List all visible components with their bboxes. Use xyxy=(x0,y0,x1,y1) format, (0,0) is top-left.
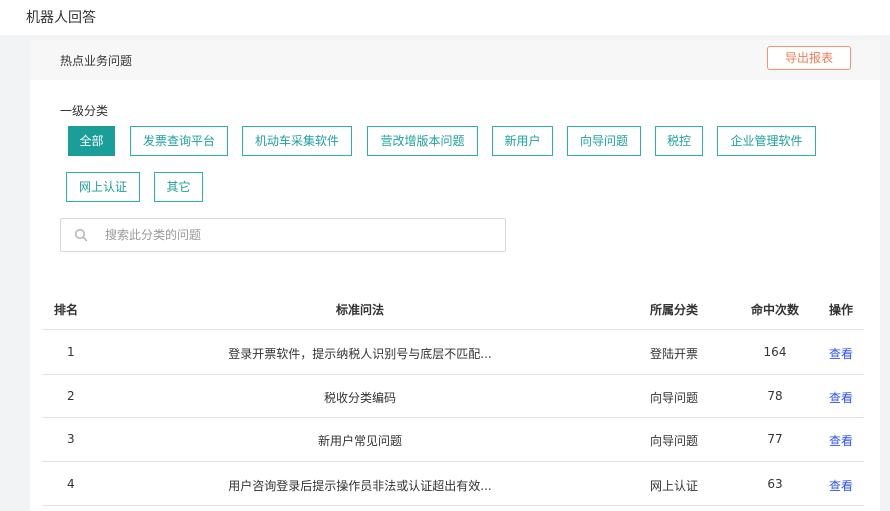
search-box xyxy=(60,218,506,252)
page-title: 机器人回答 xyxy=(26,10,96,26)
header-question: 标准问法 xyxy=(335,303,384,317)
row-hits: 78 xyxy=(767,389,783,403)
category-label: 一级分类 xyxy=(60,104,109,118)
category-chip-vat-version[interactable]: 营改增版本问题 xyxy=(367,126,478,156)
row-category: 向导问题 xyxy=(649,391,698,405)
header-action: 操作 xyxy=(828,303,853,317)
category-chip-online-auth[interactable]: 网上认证 xyxy=(66,172,140,202)
category-chip-all[interactable]: 全部 xyxy=(68,126,115,156)
row-question: 新用户常见问题 xyxy=(317,434,402,448)
search-input[interactable] xyxy=(105,219,495,251)
row-divider xyxy=(42,505,864,506)
row-divider xyxy=(42,374,864,375)
view-link[interactable]: 查看 xyxy=(816,345,866,362)
row-rank: 1 xyxy=(67,345,75,359)
view-link[interactable]: 查看 xyxy=(816,432,866,449)
export-report-button[interactable]: 导出报表 xyxy=(767,46,851,70)
row-divider xyxy=(42,461,864,462)
panel-header: 热点业务问题 导出报表 xyxy=(30,40,880,80)
row-question: 用户咨询登录后提示操作员非法或认证超出有效... xyxy=(228,479,492,493)
row-hits: 77 xyxy=(767,432,783,446)
view-link[interactable]: 查看 xyxy=(816,389,866,406)
row-question: 登录开票软件，提示纳税人识别号与底层不匹配... xyxy=(228,347,492,361)
category-chip-new-user[interactable]: 新用户 xyxy=(492,126,553,156)
header-hits: 命中次数 xyxy=(750,303,799,317)
row-hits: 164 xyxy=(763,345,787,359)
page-header: 机器人回答 xyxy=(0,0,890,35)
row-question: 税收分类编码 xyxy=(323,391,396,405)
row-category: 网上认证 xyxy=(649,479,698,493)
category-chip-vehicle-software[interactable]: 机动车采集软件 xyxy=(242,126,352,156)
header-divider xyxy=(42,329,864,330)
row-category: 登陆开票 xyxy=(649,347,698,361)
category-chip-enterprise-software[interactable]: 企业管理软件 xyxy=(717,126,816,156)
row-divider xyxy=(42,417,864,418)
header-category: 所属分类 xyxy=(649,303,698,317)
row-category: 向导问题 xyxy=(649,434,698,448)
hot-questions-panel: 热点业务问题 导出报表 一级分类 全部 发票查询平台 机动车采集软件 营改增版本… xyxy=(30,40,880,511)
panel-title: 热点业务问题 xyxy=(60,54,133,68)
category-chip-tax-control[interactable]: 税控 xyxy=(655,126,703,156)
category-chip-guide[interactable]: 向导问题 xyxy=(567,126,641,156)
row-rank: 4 xyxy=(67,477,75,491)
row-rank: 2 xyxy=(67,389,75,403)
search-icon xyxy=(74,228,88,242)
row-rank: 3 xyxy=(67,432,75,446)
row-hits: 63 xyxy=(767,477,783,491)
view-link[interactable]: 查看 xyxy=(816,477,866,494)
category-chip-other[interactable]: 其它 xyxy=(154,172,203,202)
category-chip-invoice-query[interactable]: 发票查询平台 xyxy=(130,126,228,156)
header-rank: 排名 xyxy=(54,303,79,317)
